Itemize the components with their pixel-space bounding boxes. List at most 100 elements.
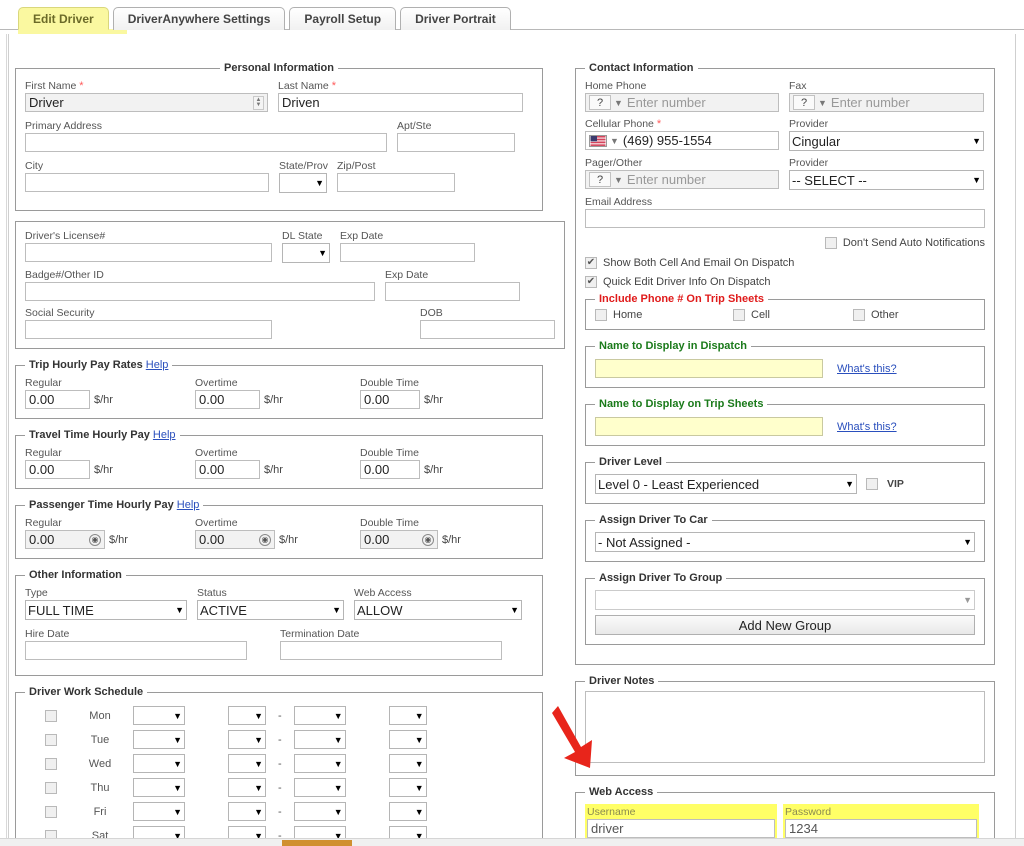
country-code-selector[interactable]: ? (589, 172, 611, 187)
termination-date-input[interactable] (280, 641, 502, 660)
trip-double-input[interactable]: 0.00 (360, 390, 420, 409)
horizontal-scrollbar[interactable] (0, 838, 1024, 846)
badge-other-id-input[interactable] (25, 282, 375, 301)
schedule-s1-select[interactable]: ▼ (133, 754, 185, 773)
scrollbar-thumb[interactable] (282, 840, 352, 846)
hire-date-input[interactable] (25, 641, 247, 660)
username-input[interactable]: driver (587, 819, 775, 838)
schedule-s4-select[interactable]: ▼ (389, 778, 427, 797)
fax-input[interactable]: ? ▼ Enter number (789, 93, 984, 112)
home-phone-input[interactable]: ? ▼ Enter number (585, 93, 779, 112)
include-other-row[interactable]: Other (853, 309, 899, 321)
include-other-checkbox[interactable] (853, 309, 865, 321)
schedule-day-checkbox[interactable] (45, 734, 57, 746)
assign-driver-group-select[interactable]: ▼ (595, 590, 975, 610)
schedule-day-checkbox[interactable] (45, 710, 57, 722)
password-input[interactable]: 1234 (785, 819, 977, 838)
schedule-s2-select[interactable]: ▼ (228, 778, 266, 797)
vip-checkbox[interactable] (866, 478, 878, 490)
add-new-group-button[interactable]: Add New Group (595, 615, 975, 635)
schedule-s2-select[interactable]: ▼ (228, 754, 266, 773)
include-home-checkbox[interactable] (595, 309, 607, 321)
tab-driver-portrait[interactable]: Driver Portrait (400, 7, 511, 30)
schedule-day-checkbox[interactable] (45, 806, 57, 818)
trip-hourly-help-link[interactable]: Help (146, 359, 169, 371)
schedule-s1-select[interactable]: ▼ (133, 802, 185, 821)
first-name-input[interactable]: Driver ▲▼ (25, 93, 268, 112)
tab-driveranywhere-settings[interactable]: DriverAnywhere Settings (113, 7, 286, 30)
assign-driver-car-select[interactable]: - Not Assigned -▼ (595, 532, 975, 552)
email-address-input[interactable] (585, 209, 985, 228)
tab-edit-driver[interactable]: Edit Driver (18, 7, 109, 30)
info-circle-icon[interactable]: ◉ (259, 534, 271, 546)
driver-level-select[interactable]: Level 0 - Least Experienced▼ (595, 474, 857, 494)
tab-payroll-setup[interactable]: Payroll Setup (289, 7, 396, 30)
show-both-cell-email-checkbox[interactable]: ✔ (585, 257, 597, 269)
pager-provider-select[interactable]: -- SELECT --▼ (789, 170, 984, 190)
travel-regular-input[interactable]: 0.00 (25, 460, 90, 479)
quick-edit-driver-info-checkbox[interactable]: ✔ (585, 276, 597, 288)
apt-ste-input[interactable] (397, 133, 515, 152)
schedule-s1-select[interactable]: ▼ (133, 706, 185, 725)
schedule-s1-select[interactable]: ▼ (133, 730, 185, 749)
schedule-day-checkbox[interactable] (45, 758, 57, 770)
web-access-select[interactable]: ALLOW▼ (354, 600, 522, 620)
state-prov-select[interactable]: ▼ (279, 173, 327, 193)
travel-overtime-input[interactable]: 0.00 (195, 460, 260, 479)
stepper-icon[interactable]: ▲▼ (253, 96, 264, 110)
travel-double-input[interactable]: 0.00 (360, 460, 420, 479)
cell-provider-select[interactable]: Cingular▼ (789, 131, 984, 151)
schedule-s4-select[interactable]: ▼ (389, 754, 427, 773)
last-name-input[interactable]: Driven (278, 93, 523, 112)
schedule-s4-select[interactable]: ▼ (389, 802, 427, 821)
type-select[interactable]: FULL TIME▼ (25, 600, 187, 620)
driver-notes-textarea[interactable] (585, 691, 985, 763)
schedule-day-checkbox[interactable] (45, 782, 57, 794)
schedule-s3-select[interactable]: ▼ (294, 706, 346, 725)
quick-edit-driver-info-row[interactable]: ✔ Quick Edit Driver Info On Dispatch (585, 276, 985, 288)
cellular-phone-input[interactable]: ▼ (469) 955-1554 (585, 131, 779, 150)
schedule-s1-select[interactable]: ▼ (133, 778, 185, 797)
include-cell-checkbox[interactable] (733, 309, 745, 321)
schedule-s2-select[interactable]: ▼ (228, 706, 266, 725)
city-input[interactable] (25, 173, 269, 192)
passenger-hourly-help-link[interactable]: Help (177, 499, 200, 511)
schedule-s3-select[interactable]: ▼ (294, 778, 346, 797)
trip-regular-input[interactable]: 0.00 (25, 390, 90, 409)
schedule-s4-select[interactable]: ▼ (389, 706, 427, 725)
include-home-row[interactable]: Home (595, 309, 733, 321)
name-display-dispatch-whats-this-link[interactable]: What's this? (837, 363, 897, 375)
name-display-trip-sheets-whats-this-link[interactable]: What's this? (837, 421, 897, 433)
schedule-s2-select[interactable]: ▼ (228, 730, 266, 749)
show-both-cell-email-row[interactable]: ✔ Show Both Cell And Email On Dispatch (585, 257, 985, 269)
schedule-s3-select[interactable]: ▼ (294, 754, 346, 773)
schedule-s4-select[interactable]: ▼ (389, 730, 427, 749)
include-cell-row[interactable]: Cell (733, 309, 853, 321)
exp-date-2-input[interactable] (385, 282, 520, 301)
name-display-trip-sheets-input[interactable] (595, 417, 823, 436)
social-security-input[interactable] (25, 320, 272, 339)
schedule-s3-select[interactable]: ▼ (294, 802, 346, 821)
schedule-s3-select[interactable]: ▼ (294, 730, 346, 749)
drivers-license-input[interactable] (25, 243, 272, 262)
zip-post-input[interactable] (337, 173, 455, 192)
trip-overtime-input[interactable]: 0.00 (195, 390, 260, 409)
passenger-double-input[interactable]: 0.00 ◉ (360, 530, 438, 549)
travel-hourly-help-link[interactable]: Help (153, 429, 176, 441)
primary-address-input[interactable] (25, 133, 387, 152)
passenger-overtime-input[interactable]: 0.00 ◉ (195, 530, 275, 549)
dont-send-auto-notifications-checkbox[interactable] (825, 237, 837, 249)
pager-other-input[interactable]: ? ▼ Enter number (585, 170, 779, 189)
info-circle-icon[interactable]: ◉ (422, 534, 434, 546)
exp-date-1-input[interactable] (340, 243, 475, 262)
country-code-selector[interactable]: ? (793, 95, 815, 110)
country-code-selector[interactable]: ? (589, 95, 611, 110)
status-select[interactable]: ACTIVE▼ (197, 600, 344, 620)
dont-send-auto-notifications-row[interactable]: Don't Send Auto Notifications (825, 237, 985, 249)
us-flag-icon[interactable] (589, 135, 607, 147)
dob-input[interactable] (420, 320, 555, 339)
info-circle-icon[interactable]: ◉ (89, 534, 101, 546)
dl-state-select[interactable]: ▼ (282, 243, 330, 263)
schedule-s2-select[interactable]: ▼ (228, 802, 266, 821)
name-display-dispatch-input[interactable] (595, 359, 823, 378)
